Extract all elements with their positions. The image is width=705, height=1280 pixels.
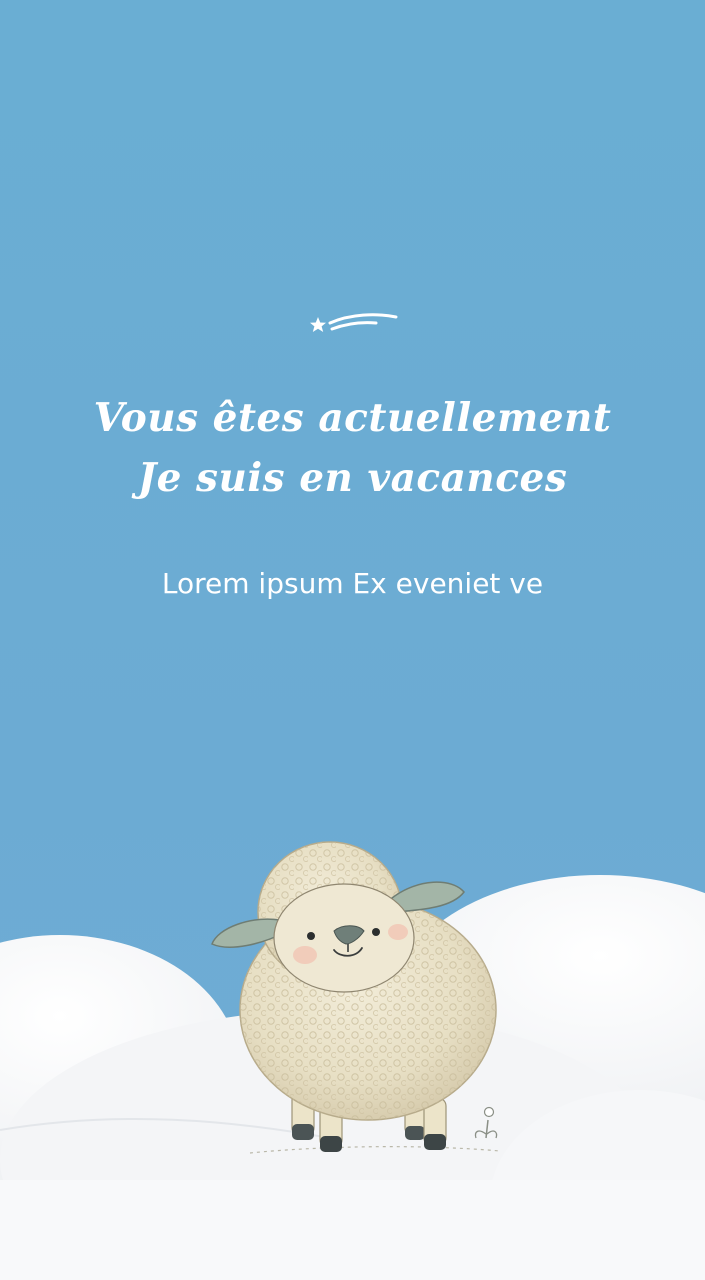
title-line-2: Je suis en vacances [137, 455, 568, 501]
page-title: Vous êtes actuellement Je suis en vacanc… [0, 388, 705, 508]
shooting-star-icon [310, 313, 398, 332]
sheep-ear-right [391, 881, 465, 913]
vacation-screen: Vous êtes actuellement Je suis en vacanc… [0, 0, 705, 1280]
sheep-illustration [0, 841, 705, 1280]
title-line-1: Vous êtes actuellement [93, 395, 612, 441]
subtitle-text: Lorem ipsum Ex eveniet ve [161, 567, 544, 600]
